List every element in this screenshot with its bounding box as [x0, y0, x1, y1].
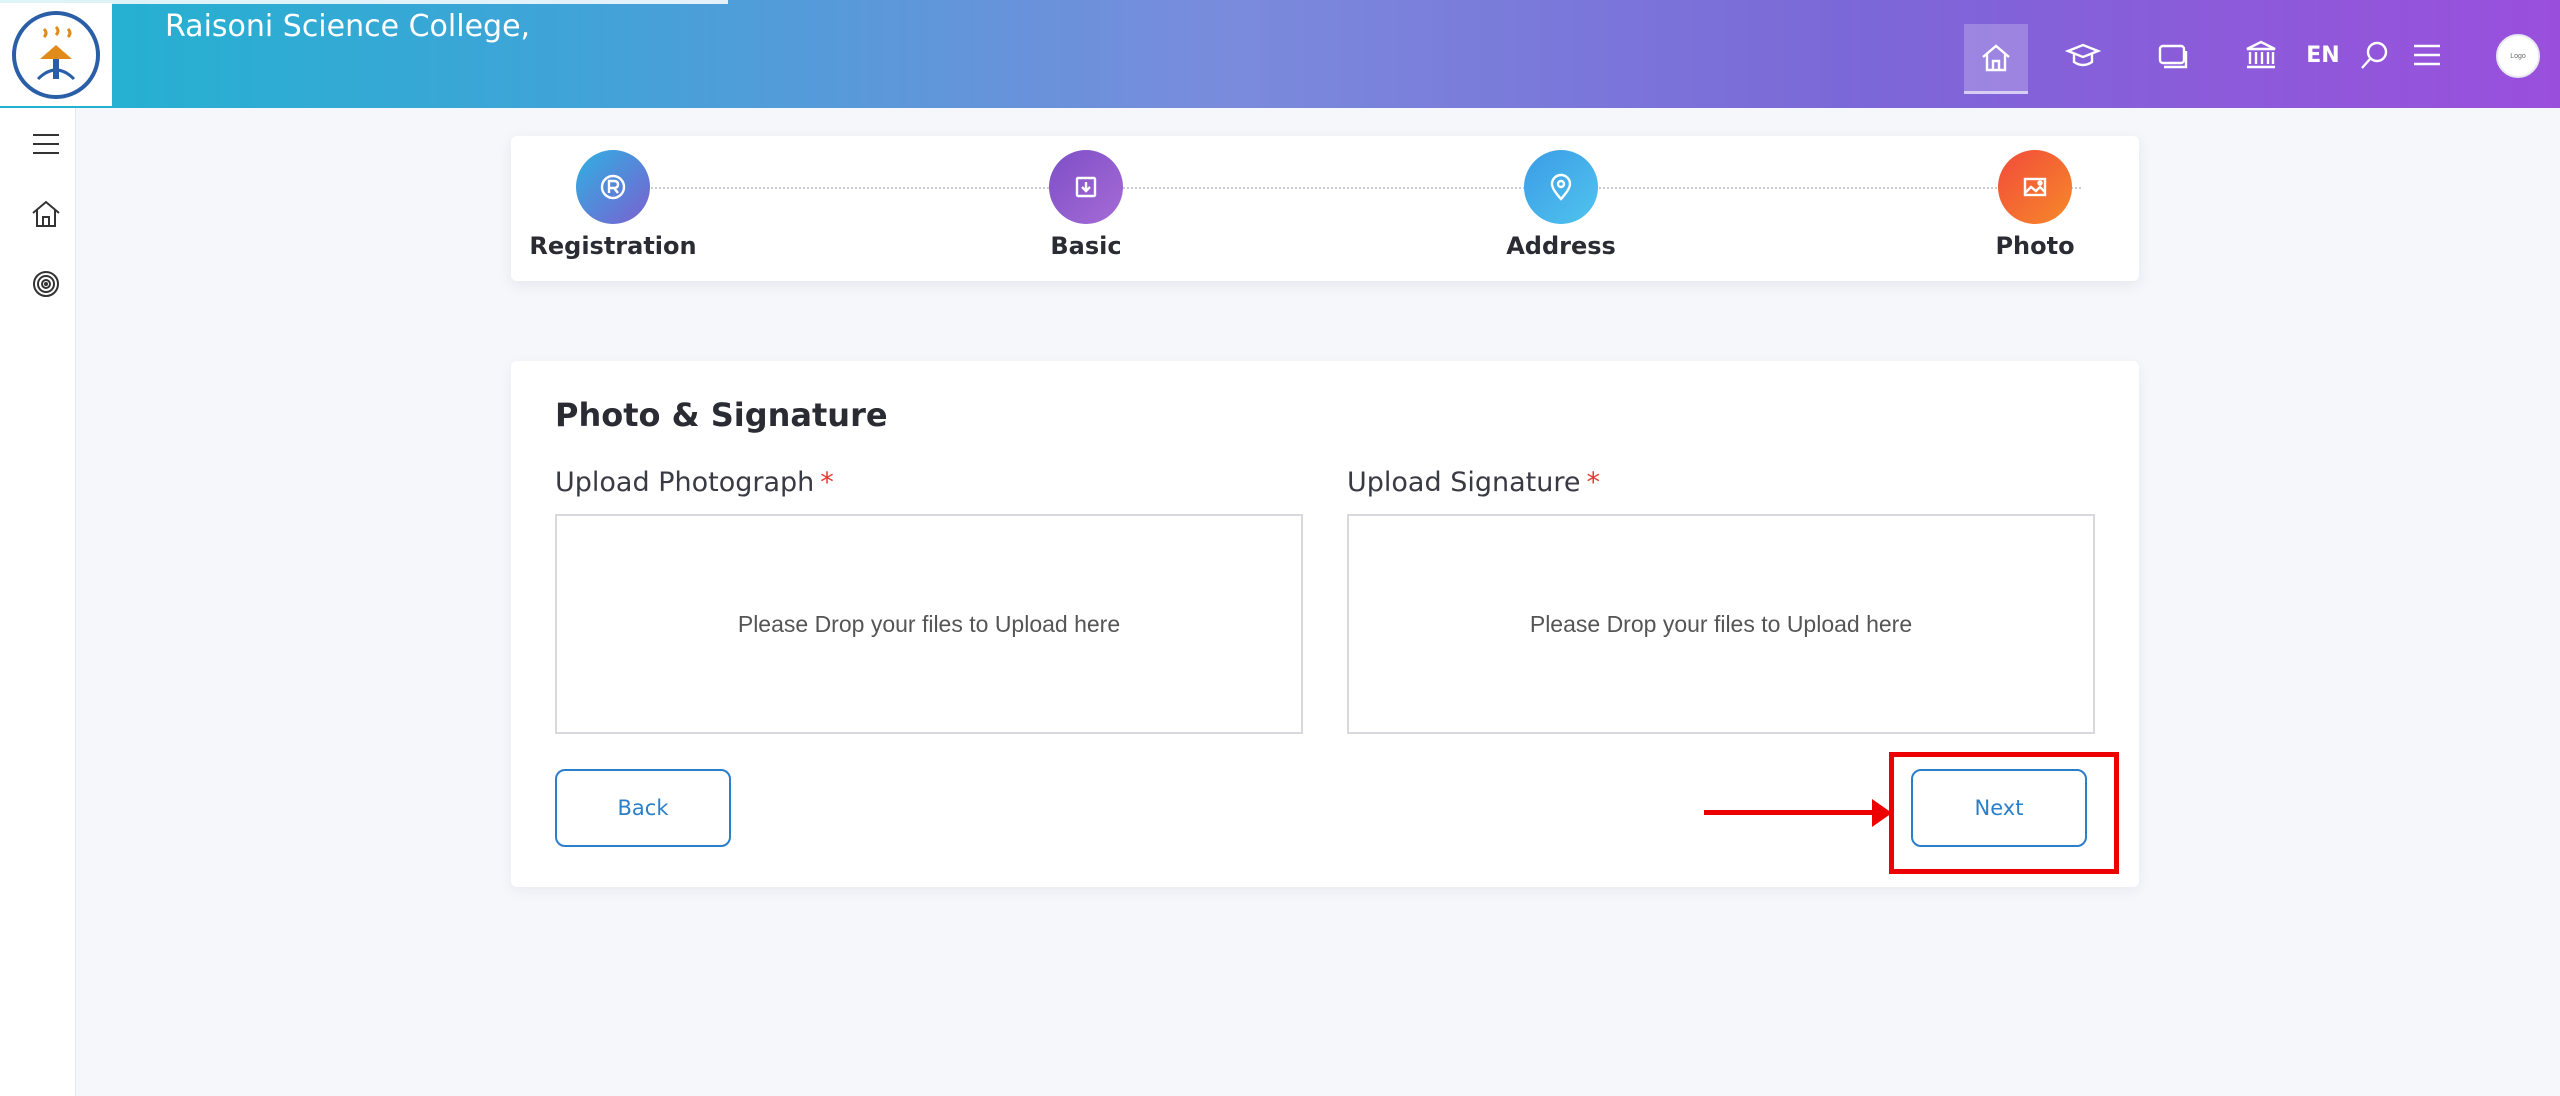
sidebar-menu-icon[interactable] — [26, 124, 66, 164]
college-name: Raisoni Science College, — [165, 9, 531, 44]
sidebar-target-icon[interactable] — [26, 264, 66, 304]
signature-label-text: Upload Signature — [1347, 467, 1581, 498]
annotation-arrow-line — [1704, 810, 1882, 815]
menu-icon[interactable] — [2402, 30, 2452, 80]
search-icon[interactable] — [2350, 30, 2400, 80]
registration-stepper: Registration Basic Address Photo — [511, 136, 2139, 281]
signature-dropzone[interactable]: Please Drop your files to Upload here — [1347, 514, 2095, 734]
signature-field-label: Upload Signature * — [1347, 467, 1600, 498]
step-photo[interactable]: Photo — [1935, 150, 2135, 260]
step-label-photo: Photo — [1995, 232, 2075, 260]
step-label-basic: Basic — [1050, 232, 1122, 260]
back-button[interactable]: Back — [555, 769, 731, 847]
institution-icon[interactable] — [2236, 30, 2286, 80]
annotation-highlight-box — [1889, 752, 2119, 874]
step-basic[interactable]: Basic — [986, 150, 1186, 260]
step-label-registration: Registration — [529, 232, 697, 260]
stepper-connector-line — [651, 187, 2081, 189]
image-icon — [1998, 150, 2072, 224]
left-sidebar — [0, 108, 76, 1096]
location-pin-icon — [1524, 150, 1598, 224]
cards-icon[interactable] — [2148, 30, 2198, 80]
download-box-icon — [1049, 150, 1123, 224]
step-label-address: Address — [1506, 232, 1616, 260]
step-address[interactable]: Address — [1461, 150, 1661, 260]
form-title: Photo & Signature — [555, 396, 888, 434]
photo-label-text: Upload Photograph — [555, 467, 815, 498]
sidebar-home-icon[interactable] — [26, 194, 66, 234]
college-logo[interactable] — [0, 3, 112, 106]
required-mark: * — [1586, 467, 1600, 498]
registered-icon — [576, 150, 650, 224]
graduation-cap-icon[interactable] — [2058, 30, 2108, 80]
annotation-arrow-head — [1872, 799, 1892, 827]
step-registration[interactable]: Registration — [513, 150, 713, 260]
language-selector[interactable]: EN — [2298, 30, 2348, 80]
photo-dropzone[interactable]: Please Drop your files to Upload here — [555, 514, 1303, 734]
photo-field-label: Upload Photograph * — [555, 467, 834, 498]
user-avatar[interactable]: Logo — [2496, 34, 2540, 78]
required-mark: * — [820, 467, 834, 498]
logo-emblem-icon — [12, 10, 100, 99]
top-header: Raisoni Science College, EN Logo — [0, 0, 2560, 108]
home-icon[interactable] — [1964, 24, 2028, 94]
